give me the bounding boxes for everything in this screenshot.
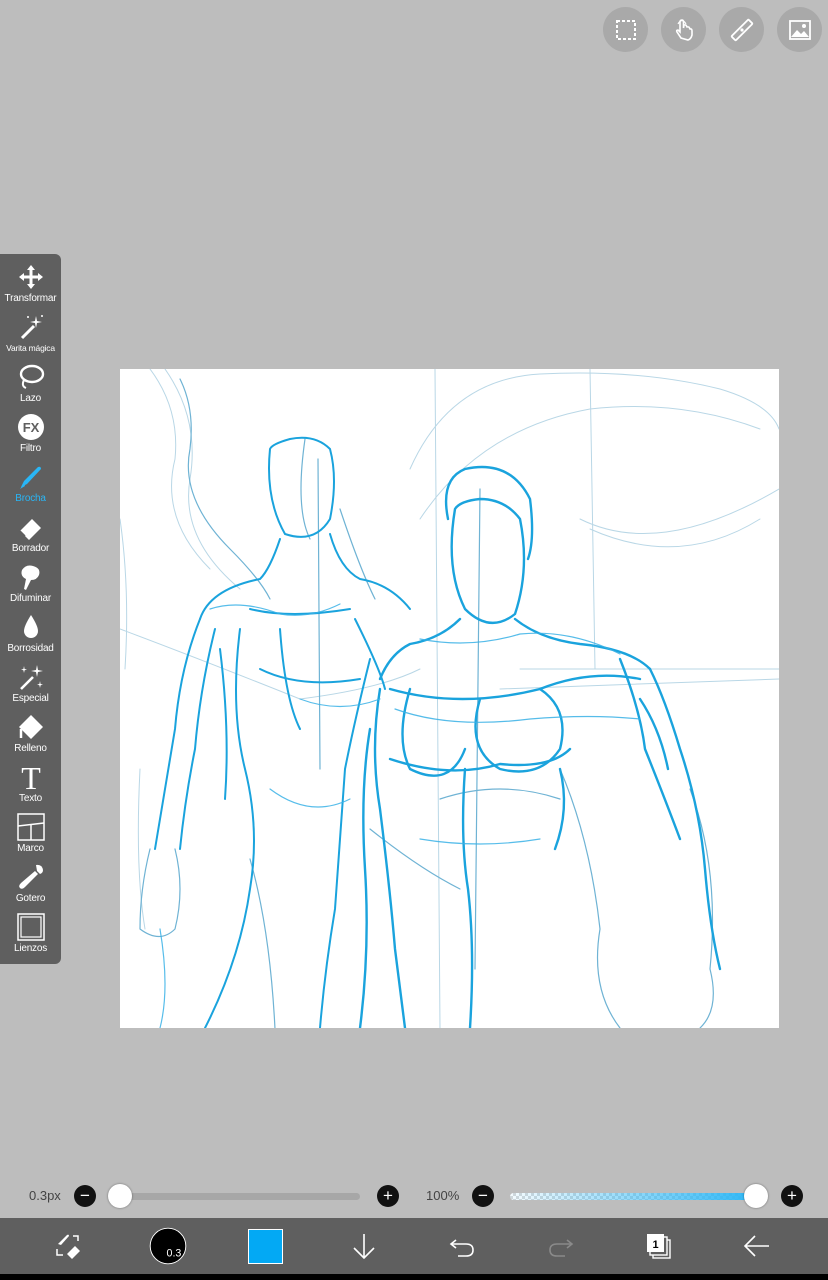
arrow-left-icon bbox=[743, 1235, 769, 1257]
sketch-artwork bbox=[120, 369, 779, 1028]
text-glyph: T bbox=[21, 762, 41, 792]
magic-wand-icon bbox=[20, 315, 43, 340]
tool-gotero[interactable]: Gotero bbox=[0, 854, 61, 904]
undo-button[interactable] bbox=[432, 1218, 492, 1274]
brush-size-decrease-button[interactable]: − bbox=[74, 1185, 96, 1207]
redo-button[interactable] bbox=[531, 1218, 591, 1274]
move-arrows-icon bbox=[18, 265, 43, 289]
ruler-icon bbox=[730, 18, 753, 41]
brush-size-slider[interactable] bbox=[108, 1184, 360, 1208]
brush-size-value: 0.3px bbox=[29, 1188, 61, 1203]
tool-label: Borrosidad bbox=[7, 643, 54, 654]
layers-button[interactable]: 1 bbox=[629, 1218, 689, 1274]
selection-icon bbox=[615, 19, 636, 40]
tool-label: Texto bbox=[19, 793, 42, 804]
ruler-button[interactable] bbox=[719, 7, 764, 52]
tool-label: Especial bbox=[12, 693, 49, 704]
arrow-down-icon bbox=[353, 1234, 375, 1260]
brush-icon bbox=[19, 466, 41, 489]
tool-marco[interactable]: Marco bbox=[0, 804, 61, 854]
current-color-swatch bbox=[247, 1228, 283, 1264]
tool-transformar[interactable]: Transformar bbox=[0, 254, 61, 304]
tool-brocha[interactable]: Brocha bbox=[0, 454, 61, 504]
brush-size-badge: 0.3 bbox=[167, 1248, 182, 1260]
download-button[interactable] bbox=[334, 1218, 394, 1274]
tool-label: Lienzos bbox=[13, 943, 48, 954]
fx-text: FX bbox=[22, 420, 39, 435]
hand-touch-icon bbox=[675, 18, 693, 41]
tool-borrosidad[interactable]: Borrosidad bbox=[0, 604, 61, 654]
smudge-icon bbox=[21, 565, 39, 590]
tool-varita-magica[interactable]: Varita mágica bbox=[0, 304, 61, 354]
frame-icon bbox=[16, 813, 45, 841]
fill-bucket-icon bbox=[18, 715, 43, 739]
redo-icon bbox=[549, 1239, 574, 1257]
tool-borrador[interactable]: Borrador bbox=[0, 504, 61, 554]
special-sparkle-icon bbox=[19, 665, 43, 690]
color-button[interactable] bbox=[235, 1218, 295, 1274]
tool-label: Borrador bbox=[11, 543, 50, 554]
brush-size-button[interactable]: 0.3 bbox=[138, 1218, 198, 1274]
eyedropper-icon bbox=[18, 864, 43, 889]
tool-texto[interactable]: T Texto bbox=[0, 754, 61, 804]
quick-tool-switch-button[interactable] bbox=[38, 1218, 98, 1274]
blur-drop-icon bbox=[23, 615, 38, 638]
tool-label: Lazo bbox=[20, 393, 41, 404]
drawing-canvas[interactable] bbox=[120, 369, 779, 1028]
tool-label: Transformar bbox=[4, 293, 57, 304]
top-button-group bbox=[603, 7, 822, 52]
tool-lienzos[interactable]: Lienzos bbox=[0, 904, 61, 954]
fx-filter-icon: FX bbox=[17, 414, 44, 440]
opacity-decrease-button[interactable]: − bbox=[472, 1185, 494, 1207]
opacity-increase-button[interactable]: + bbox=[781, 1185, 803, 1207]
back-button[interactable] bbox=[727, 1218, 787, 1274]
brush-size-slider-thumb[interactable] bbox=[108, 1184, 132, 1208]
tool-label: Difuminar bbox=[10, 593, 51, 604]
brush-size-increase-button[interactable]: + bbox=[377, 1185, 399, 1207]
lasso-icon bbox=[19, 364, 44, 389]
tool-label: Brocha bbox=[15, 493, 46, 504]
tool-filtro[interactable]: FX Filtro bbox=[0, 404, 61, 454]
brush-size-icon: 0.3 bbox=[149, 1227, 187, 1265]
tool-label: Filtro bbox=[19, 443, 42, 454]
layers-icon: 1 bbox=[647, 1234, 671, 1259]
tool-palette: Transformar Varita mágica Lazo FX Filtro… bbox=[0, 254, 61, 964]
opacity-slider[interactable] bbox=[510, 1184, 768, 1208]
slider-row: 0.3px − + 100% − + bbox=[0, 1182, 828, 1210]
undo-icon bbox=[449, 1239, 474, 1257]
tool-label: Marco bbox=[17, 843, 44, 854]
tool-difuminar[interactable]: Difuminar bbox=[0, 554, 61, 604]
canvas-icon bbox=[16, 913, 45, 941]
bottom-toolbar: 0.3 1 bbox=[0, 1218, 828, 1274]
tool-label: Varita mágica bbox=[6, 343, 55, 353]
eraser-icon bbox=[18, 519, 41, 540]
tool-label: Gotero bbox=[15, 893, 46, 904]
selection-button[interactable] bbox=[603, 7, 648, 52]
system-nav-strip bbox=[0, 1274, 828, 1280]
tool-especial[interactable]: Especial bbox=[0, 654, 61, 704]
opacity-slider-thumb[interactable] bbox=[744, 1184, 768, 1208]
text-icon: T bbox=[21, 762, 41, 792]
brush-eraser-swap-icon bbox=[56, 1234, 80, 1259]
layer-count-badge: 1 bbox=[652, 1239, 658, 1251]
opacity-value: 100% bbox=[426, 1188, 460, 1203]
tool-label: Relleno bbox=[14, 743, 47, 754]
hand-button[interactable] bbox=[661, 7, 706, 52]
tool-lazo[interactable]: Lazo bbox=[0, 354, 61, 404]
image-icon bbox=[788, 19, 811, 40]
tool-relleno[interactable]: Relleno bbox=[0, 704, 61, 754]
image-button[interactable] bbox=[777, 7, 822, 52]
